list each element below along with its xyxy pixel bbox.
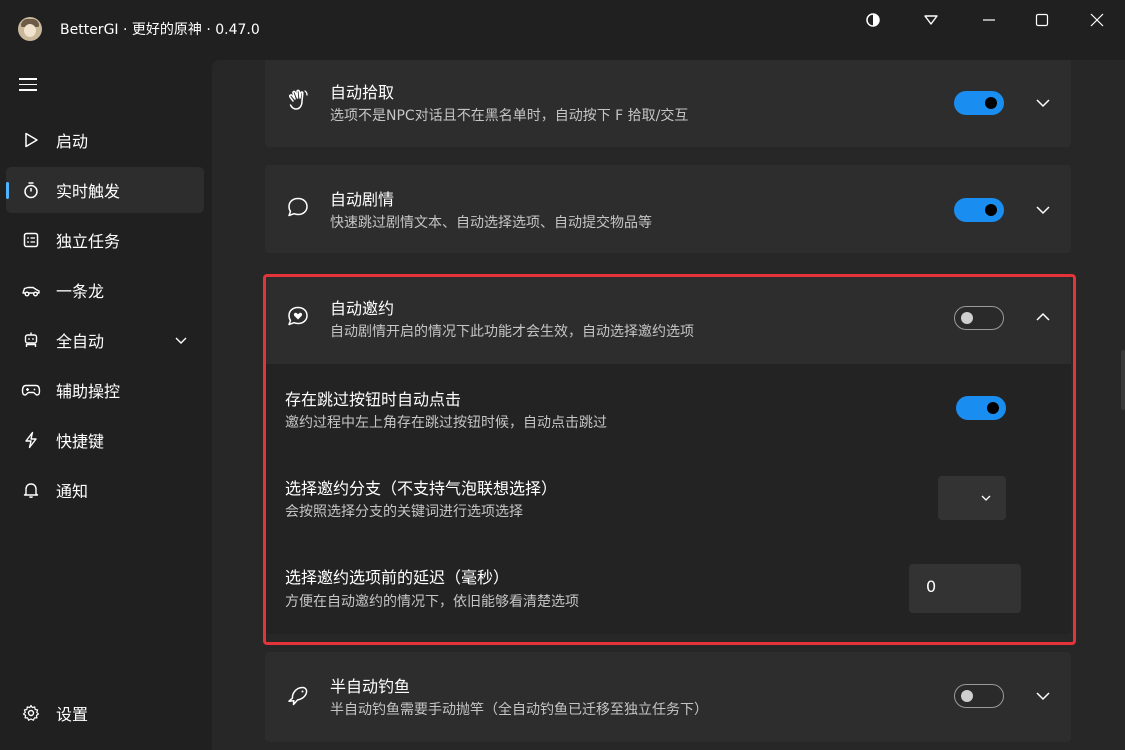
vehicle-icon	[21, 280, 41, 300]
skip-button-setting-description: 邀约过程中左上角存在跳过按钮时候，自动点击跳过	[285, 415, 607, 431]
bell-icon	[21, 480, 41, 500]
gear-icon	[21, 703, 41, 723]
card-title: 半自动钓鱼	[330, 677, 411, 696]
sidebar-item-one-dragon[interactable]: 一条龙	[6, 267, 204, 313]
card-title: 自动邀约	[330, 299, 395, 318]
sidebar-item-hotkeys[interactable]: 快捷键	[6, 417, 204, 463]
invite-branch-select[interactable]	[938, 476, 1006, 520]
dropdown-button[interactable]	[911, 6, 951, 34]
hand-wave-icon	[289, 89, 308, 110]
chevron-down-icon[interactable]	[174, 333, 188, 347]
card-description: 选项不是NPC对话且不在黑名单时，自动按下 F 拾取/交互	[330, 108, 689, 124]
maximize-button[interactable]	[1022, 6, 1062, 34]
window-title: BetterGI · 更好的原神 · 0.47.0	[60, 22, 260, 38]
play-icon	[21, 130, 41, 150]
auto-invite-card: 自动邀约 自动剧情开启的情况下此功能才会生效，自动选择邀约选项	[265, 277, 1071, 364]
sidebar-item-label: 快捷键	[56, 432, 105, 451]
sidebar-item-label: 启动	[56, 132, 89, 151]
minimize-icon	[983, 19, 995, 21]
vertical-scrollbar[interactable]	[1121, 350, 1125, 410]
active-indicator	[6, 182, 9, 199]
maximize-icon	[1035, 13, 1049, 27]
skip-button-setting-title: 存在跳过按钮时自动点击	[285, 390, 462, 409]
chevron-down-icon[interactable]	[1034, 201, 1052, 219]
auto-skip-toggle[interactable]	[956, 396, 1006, 420]
auto-story-toggle[interactable]	[954, 198, 1004, 222]
card-title: 自动拾取	[330, 83, 395, 102]
chevron-down-icon	[981, 495, 991, 501]
close-button[interactable]	[1077, 6, 1117, 34]
sidebar-item-label: 设置	[56, 705, 89, 724]
flash-icon	[21, 430, 41, 450]
main-content: 自动拾取 选项不是NPC对话且不在黑名单时，自动按下 F 拾取/交互 自动剧情 …	[212, 60, 1125, 750]
app-logo-icon	[18, 17, 42, 41]
sidebar: 启动 实时触发 独立任务 一条龙 全自动 辅助操控 快捷键 通知 设置	[0, 60, 212, 750]
gamepad-icon	[21, 380, 41, 400]
sidebar-item-full-auto[interactable]: 全自动	[6, 317, 204, 363]
sidebar-item-notifications[interactable]: 通知	[6, 467, 204, 513]
card-description: 自动剧情开启的情况下此功能才会生效，自动选择邀约选项	[330, 324, 694, 340]
sidebar-item-label: 一条龙	[56, 282, 105, 301]
fish-icon	[288, 686, 308, 706]
sidebar-item-label: 辅助操控	[56, 382, 121, 401]
invite-branch-setting-description: 会按照选择分支的关键词进行选项选择	[285, 504, 523, 520]
sidebar-item-realtime-trigger[interactable]: 实时触发	[6, 167, 204, 213]
invite-delay-setting-description: 方便在自动邀约的情况下，依旧能够看清楚选项	[285, 594, 579, 610]
semi-auto-fishing-toggle[interactable]	[954, 684, 1004, 708]
task-list-icon	[21, 230, 41, 250]
menu-toggle-icon[interactable]	[19, 78, 37, 92]
chevron-down-icon[interactable]	[1034, 687, 1052, 705]
theme-toggle-button[interactable]	[853, 6, 893, 34]
invite-delay-input[interactable]: 0	[909, 564, 1021, 613]
sidebar-item-settings[interactable]: 设置	[6, 690, 204, 736]
sidebar-item-launch[interactable]: 启动	[6, 117, 204, 163]
chat-heart-icon	[288, 306, 308, 326]
sidebar-item-label: 独立任务	[56, 232, 121, 251]
auto-pickup-card: 自动拾取 选项不是NPC对话且不在黑名单时，自动按下 F 拾取/交互	[265, 60, 1071, 147]
minimize-button[interactable]	[969, 6, 1009, 34]
invite-delay-setting-title: 选择邀约选项前的延迟（毫秒）	[285, 568, 510, 587]
semi-auto-fishing-card: 半自动钓鱼 半自动钓鱼需要手动抛竿（全自动钓鱼已迁移至独立任务下）	[265, 652, 1071, 742]
robot-icon	[21, 330, 41, 350]
card-description: 半自动钓鱼需要手动抛竿（全自动钓鱼已迁移至独立任务下）	[330, 702, 708, 718]
invite-branch-setting-title: 选择邀约分支（不支持气泡联想选择）	[285, 479, 558, 498]
card-description: 快速跳过剧情文本、自动选择选项、自动提交物品等	[330, 215, 652, 231]
dropdown-icon	[924, 15, 938, 25]
sidebar-item-label: 通知	[56, 482, 89, 501]
sidebar-item-label: 实时触发	[56, 182, 121, 201]
chat-bubble-icon	[288, 197, 308, 217]
sidebar-item-assist-control[interactable]: 辅助操控	[6, 367, 204, 413]
auto-invite-toggle[interactable]	[954, 306, 1004, 330]
auto-invite-settings-panel: 存在跳过按钮时自动点击 邀约过程中左上角存在跳过按钮时候，自动点击跳过 选择邀约…	[265, 364, 1071, 634]
theme-icon	[866, 13, 880, 27]
sidebar-item-standalone-tasks[interactable]: 独立任务	[6, 217, 204, 263]
chevron-up-icon[interactable]	[1034, 308, 1052, 326]
timer-icon	[21, 180, 41, 200]
chevron-down-icon[interactable]	[1034, 94, 1052, 112]
sidebar-item-label: 全自动	[56, 332, 105, 351]
close-icon	[1090, 13, 1104, 27]
title-bar: BetterGI · 更好的原神 · 0.47.0	[0, 0, 1125, 60]
auto-pickup-toggle[interactable]	[954, 91, 1004, 115]
auto-story-card: 自动剧情 快速跳过剧情文本、自动选择选项、自动提交物品等	[265, 165, 1071, 253]
card-title: 自动剧情	[330, 190, 395, 209]
